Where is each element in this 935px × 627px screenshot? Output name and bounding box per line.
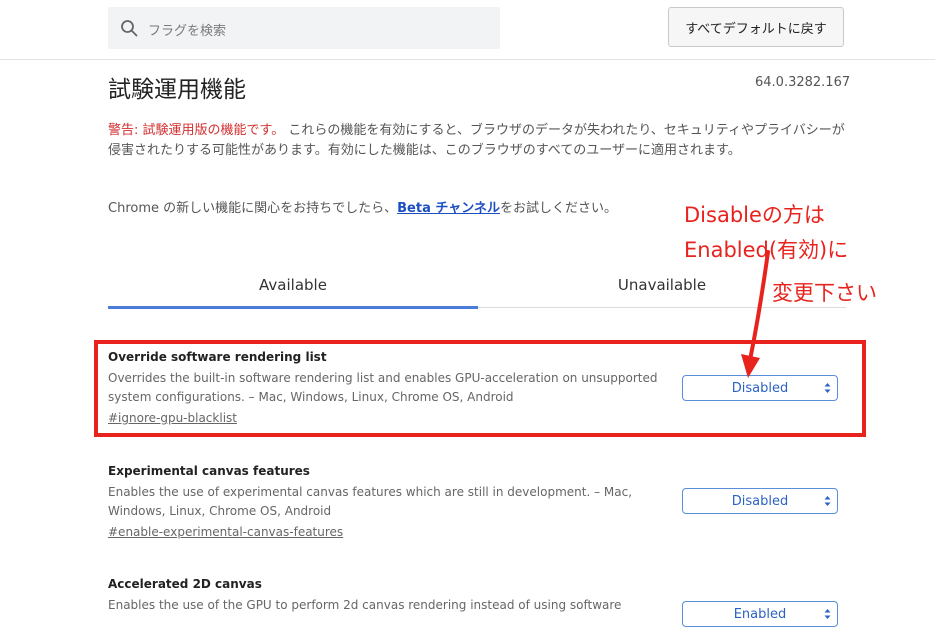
annotation-line-1: Disableの方は bbox=[684, 203, 825, 227]
select-value: Enabled bbox=[733, 606, 787, 622]
select-value: Disabled bbox=[731, 493, 789, 509]
experiment-select[interactable]: Enabled bbox=[682, 601, 838, 627]
search-input[interactable]: フラグを検索 bbox=[108, 7, 500, 49]
header-divider bbox=[0, 59, 935, 60]
warning-text: 警告: 試験運用版の機能です。 これらの機能を有効にすると、ブラウザのデータが失… bbox=[108, 121, 848, 161]
experiment-select[interactable]: Disabled bbox=[682, 488, 838, 514]
warning-label: 警告: 試験運用版の機能です。 bbox=[108, 123, 285, 138]
select-arrows-icon bbox=[824, 496, 831, 506]
beta-promo: Chrome の新しい機能に関心をお持ちでしたら、Beta チャンネルをお試しく… bbox=[108, 199, 708, 219]
experiment-title: Accelerated 2D canvas bbox=[108, 577, 262, 591]
experiment-title: Experimental canvas features bbox=[108, 464, 310, 478]
experiment-link[interactable]: #enable-experimental-canvas-features bbox=[108, 525, 343, 539]
tab-active-indicator bbox=[108, 306, 478, 309]
search-icon bbox=[121, 20, 138, 37]
annotation-arrow-icon bbox=[741, 250, 770, 378]
annotation-line-3: 変更下さい bbox=[772, 281, 877, 305]
search-placeholder: フラグを検索 bbox=[148, 24, 227, 39]
beta-prefix: Chrome の新しい機能に関心をお持ちでしたら、 bbox=[108, 201, 398, 216]
beta-suffix: をお試しください。 bbox=[499, 201, 617, 216]
tab-available[interactable]: Available bbox=[108, 270, 478, 300]
experiment-description: Enables the use of experimental canvas f… bbox=[108, 485, 633, 518]
reset-all-button[interactable]: すべてデフォルトに戻す bbox=[668, 7, 844, 47]
beta-channel-link[interactable]: Beta チャンネル bbox=[397, 201, 500, 216]
experiment-description: Enables the use of the GPU to perform 2d… bbox=[108, 598, 622, 612]
version-label: 64.0.3282.167 bbox=[755, 75, 851, 90]
page-title: 試験運用機能 bbox=[108, 77, 246, 103]
select-arrows-icon bbox=[824, 609, 831, 619]
